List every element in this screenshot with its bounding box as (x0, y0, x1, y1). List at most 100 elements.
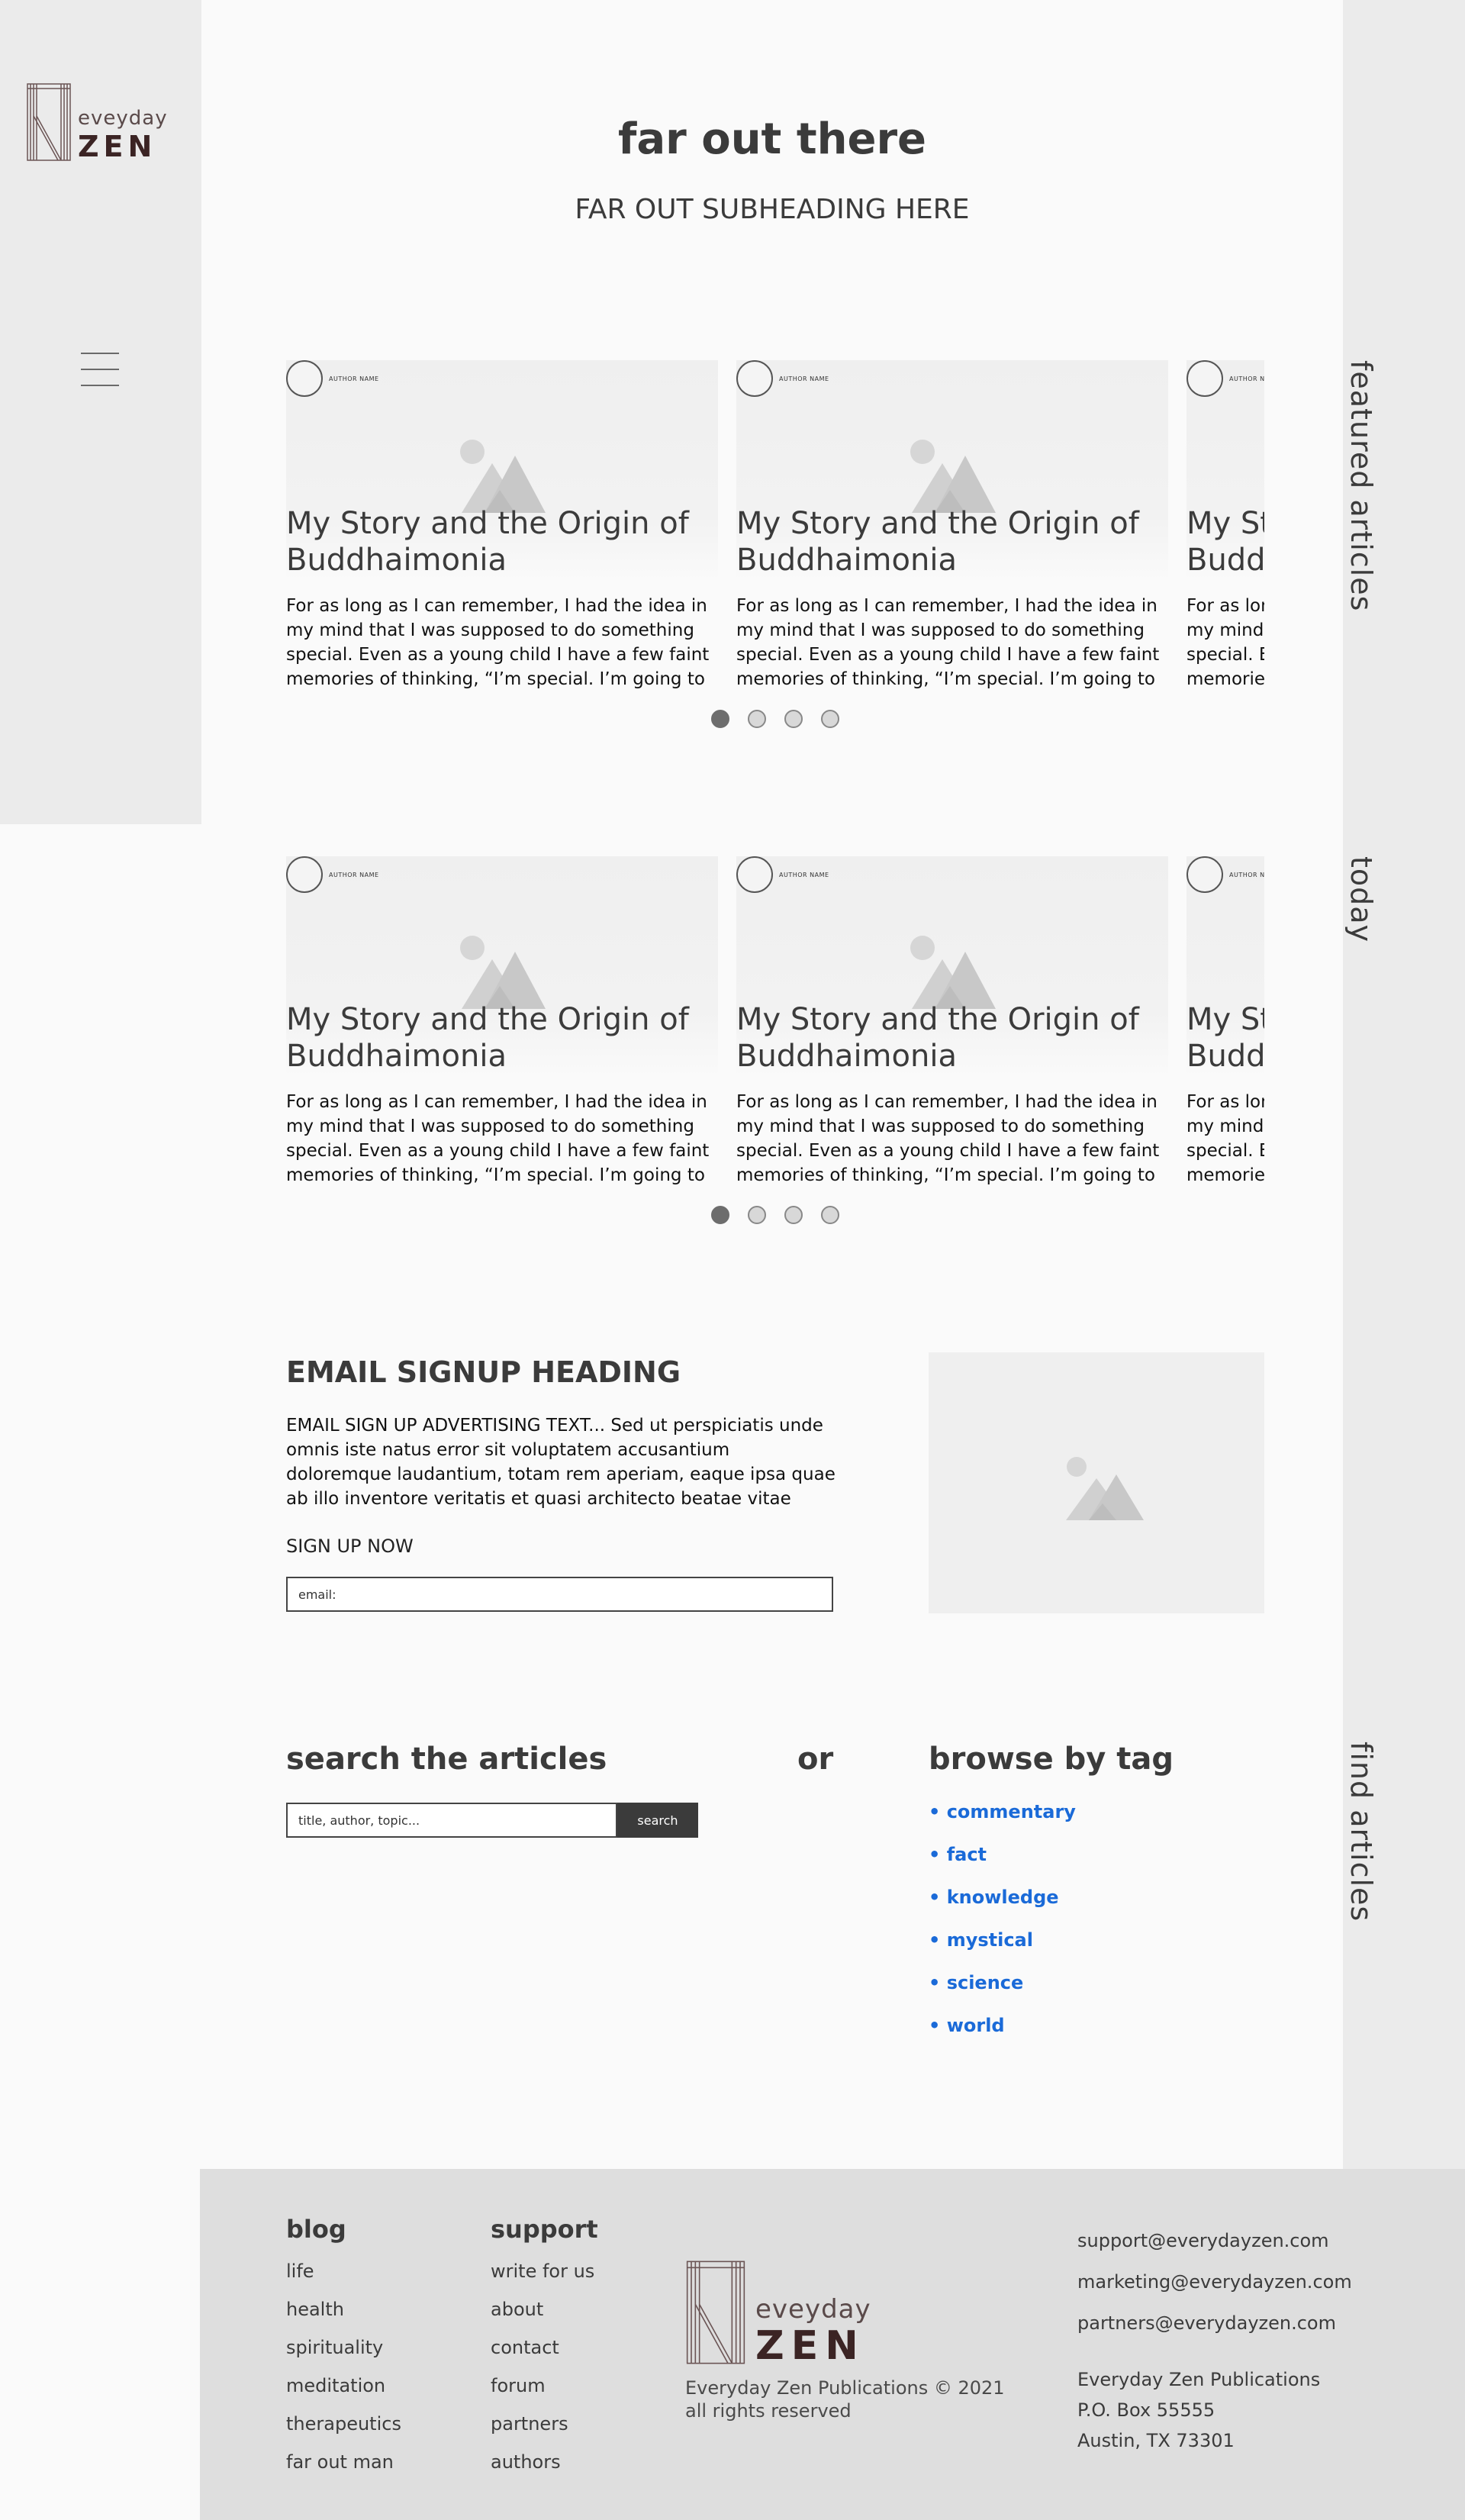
card-excerpt: For as long as I can remember, I had the… (736, 596, 1160, 689)
rights-reserved: all rights reserved (685, 2400, 852, 2422)
tag-link-science[interactable]: • science (929, 1972, 1076, 2015)
logo-mark-icon (686, 2261, 745, 2364)
footer-link-meditation[interactable]: meditation (286, 2375, 401, 2413)
featured-carousel: AUTHOR NAME My Story and the Origin of B… (286, 360, 1264, 696)
footer-link-health[interactable]: health (286, 2299, 401, 2337)
card-excerpt: For as long as I can remember, I had the… (736, 1092, 1160, 1185)
card-title[interactable]: My Story and the Origin of Buddhaimonia (1186, 1001, 1264, 1075)
search-button[interactable]: search (617, 1803, 698, 1838)
author-name[interactable]: AUTHOR NAME (779, 872, 829, 878)
footer-link-contact[interactable]: contact (491, 2337, 594, 2375)
author-avatar[interactable] (286, 360, 323, 397)
tag-link-commentary[interactable]: • commentary (929, 1801, 1076, 1844)
or-separator: or (797, 1742, 834, 1777)
email-field[interactable] (286, 1577, 833, 1612)
pagination-dot[interactable] (784, 1206, 803, 1224)
footer-link-authors[interactable]: authors (491, 2451, 594, 2489)
logo-mark-icon (27, 83, 71, 161)
pagination-dot[interactable] (711, 710, 729, 728)
browse-heading: browse by tag (929, 1742, 1174, 1777)
site-logo[interactable]: eveyday ZEN (26, 82, 171, 163)
image-placeholder-icon (910, 936, 996, 1009)
footer-link-spirituality[interactable]: spirituality (286, 2337, 401, 2375)
menu-button[interactable] (81, 353, 119, 386)
pagination-dot[interactable] (821, 1206, 839, 1224)
search-input[interactable] (286, 1803, 617, 1838)
address-line-2: P.O. Box 55555 (1077, 2399, 1215, 2421)
pagination-dot[interactable] (711, 1206, 729, 1224)
image-placeholder-icon (460, 936, 546, 1009)
address-line-3: Austin, TX 73301 (1077, 2430, 1235, 2451)
card-title[interactable]: My Story and the Origin of Buddhaimonia (1186, 505, 1264, 578)
tag-link-fact[interactable]: • fact (929, 1844, 1076, 1887)
tag-link-knowledge[interactable]: • knowledge (929, 1887, 1076, 1929)
tag-link-world[interactable]: • world (929, 2015, 1076, 2058)
author-name[interactable]: AUTHOR NAME (329, 375, 379, 382)
pagination-dot[interactable] (821, 710, 839, 728)
pagination-dot[interactable] (748, 710, 766, 728)
footer-logo[interactable]: eveyday ZEN (685, 2259, 899, 2369)
author-name[interactable]: AUTHOR NAME (329, 872, 379, 878)
tag-link-mystical[interactable]: • mystical (929, 1929, 1076, 1972)
footer-link-partners[interactable]: partners (491, 2413, 594, 2451)
marketing-email[interactable]: marketing@everydayzen.com (1077, 2271, 1352, 2293)
carousel-pagination (711, 1206, 841, 1224)
article-card[interactable]: AUTHOR NAME My Story and the Origin of B… (1186, 360, 1264, 696)
page-subtitle: FAR OUT SUBHEADING HERE (575, 194, 970, 225)
footer-support-links: write for us about contact forum partner… (491, 2261, 594, 2489)
tag-list: • commentary • fact • knowledge • mystic… (929, 1801, 1076, 2058)
footer: blog life health spirituality meditation… (200, 2169, 1465, 2520)
footer-link-life[interactable]: life (286, 2261, 401, 2299)
card-excerpt: For as long as I can remember, I had the… (1186, 1092, 1264, 1185)
author-avatar[interactable] (736, 360, 773, 397)
footer-blog-links: life health spirituality meditation ther… (286, 2261, 401, 2489)
featured-articles-label: featured articles (1344, 360, 1378, 612)
logo-text-top: eveyday (78, 107, 168, 130)
support-email[interactable]: support@everydayzen.com (1077, 2230, 1329, 2251)
footer-link-write-for-us[interactable]: write for us (491, 2261, 594, 2299)
article-card[interactable]: AUTHOR NAME My Story and the Origin of B… (286, 856, 718, 1192)
footer-link-about[interactable]: about (491, 2299, 594, 2337)
image-placeholder-icon (1066, 1457, 1144, 1520)
signup-cta: SIGN UP NOW (286, 1536, 414, 1557)
footer-link-forum[interactable]: forum (491, 2375, 594, 2413)
author-name[interactable]: AUTHOR NAME (1229, 872, 1264, 878)
card-title[interactable]: My Story and the Origin of Buddhaimonia (286, 505, 718, 578)
find-articles-label: find articles (1344, 1742, 1378, 1922)
author-name[interactable]: AUTHOR NAME (779, 375, 829, 382)
author-avatar[interactable] (1186, 856, 1223, 893)
today-carousel: AUTHOR NAME My Story and the Origin of B… (286, 856, 1264, 1192)
logo-text-bottom: ZEN (755, 2323, 865, 2369)
pagination-dot[interactable] (784, 710, 803, 728)
card-title[interactable]: My Story and the Origin of Buddhaimonia (736, 1001, 1168, 1075)
footer-link-therapeutics[interactable]: therapeutics (286, 2413, 401, 2451)
address-line-1: Everyday Zen Publications (1077, 2369, 1321, 2390)
card-title[interactable]: My Story and the Origin of Buddhaimonia (736, 505, 1168, 578)
partners-email[interactable]: partners@everydayzen.com (1077, 2312, 1336, 2334)
logo-text-top: eveyday (755, 2294, 871, 2325)
signup-heading: EMAIL SIGNUP HEADING (286, 1355, 681, 1389)
article-card[interactable]: AUTHOR NAME My Story and the Origin of B… (286, 360, 718, 696)
card-excerpt: For as long as I can remember, I had the… (1186, 596, 1264, 689)
logo-text-bottom: ZEN (78, 130, 157, 163)
author-avatar[interactable] (736, 856, 773, 893)
image-placeholder-icon (460, 440, 546, 513)
footer-support-heading: support (491, 2215, 598, 2244)
page-title: far out there (617, 114, 927, 164)
author-avatar[interactable] (286, 856, 323, 893)
copyright: Everyday Zen Publications © 2021 (685, 2377, 1005, 2399)
search-heading: search the articles (286, 1742, 607, 1777)
author-name[interactable]: AUTHOR NAME (1229, 375, 1264, 382)
today-label: today (1344, 856, 1378, 943)
card-title[interactable]: My Story and the Origin of Buddhaimonia (286, 1001, 718, 1075)
image-placeholder-icon (910, 440, 996, 513)
article-card[interactable]: AUTHOR NAME My Story and the Origin of B… (736, 360, 1168, 696)
article-card[interactable]: AUTHOR NAME My Story and the Origin of B… (1186, 856, 1264, 1192)
footer-blog-heading: blog (286, 2215, 346, 2244)
article-card[interactable]: AUTHOR NAME My Story and the Origin of B… (736, 856, 1168, 1192)
pagination-dot[interactable] (748, 1206, 766, 1224)
signup-image (929, 1352, 1264, 1613)
footer-link-far-out-man[interactable]: far out man (286, 2451, 401, 2489)
card-excerpt: For as long as I can remember, I had the… (286, 1092, 710, 1185)
author-avatar[interactable] (1186, 360, 1223, 397)
